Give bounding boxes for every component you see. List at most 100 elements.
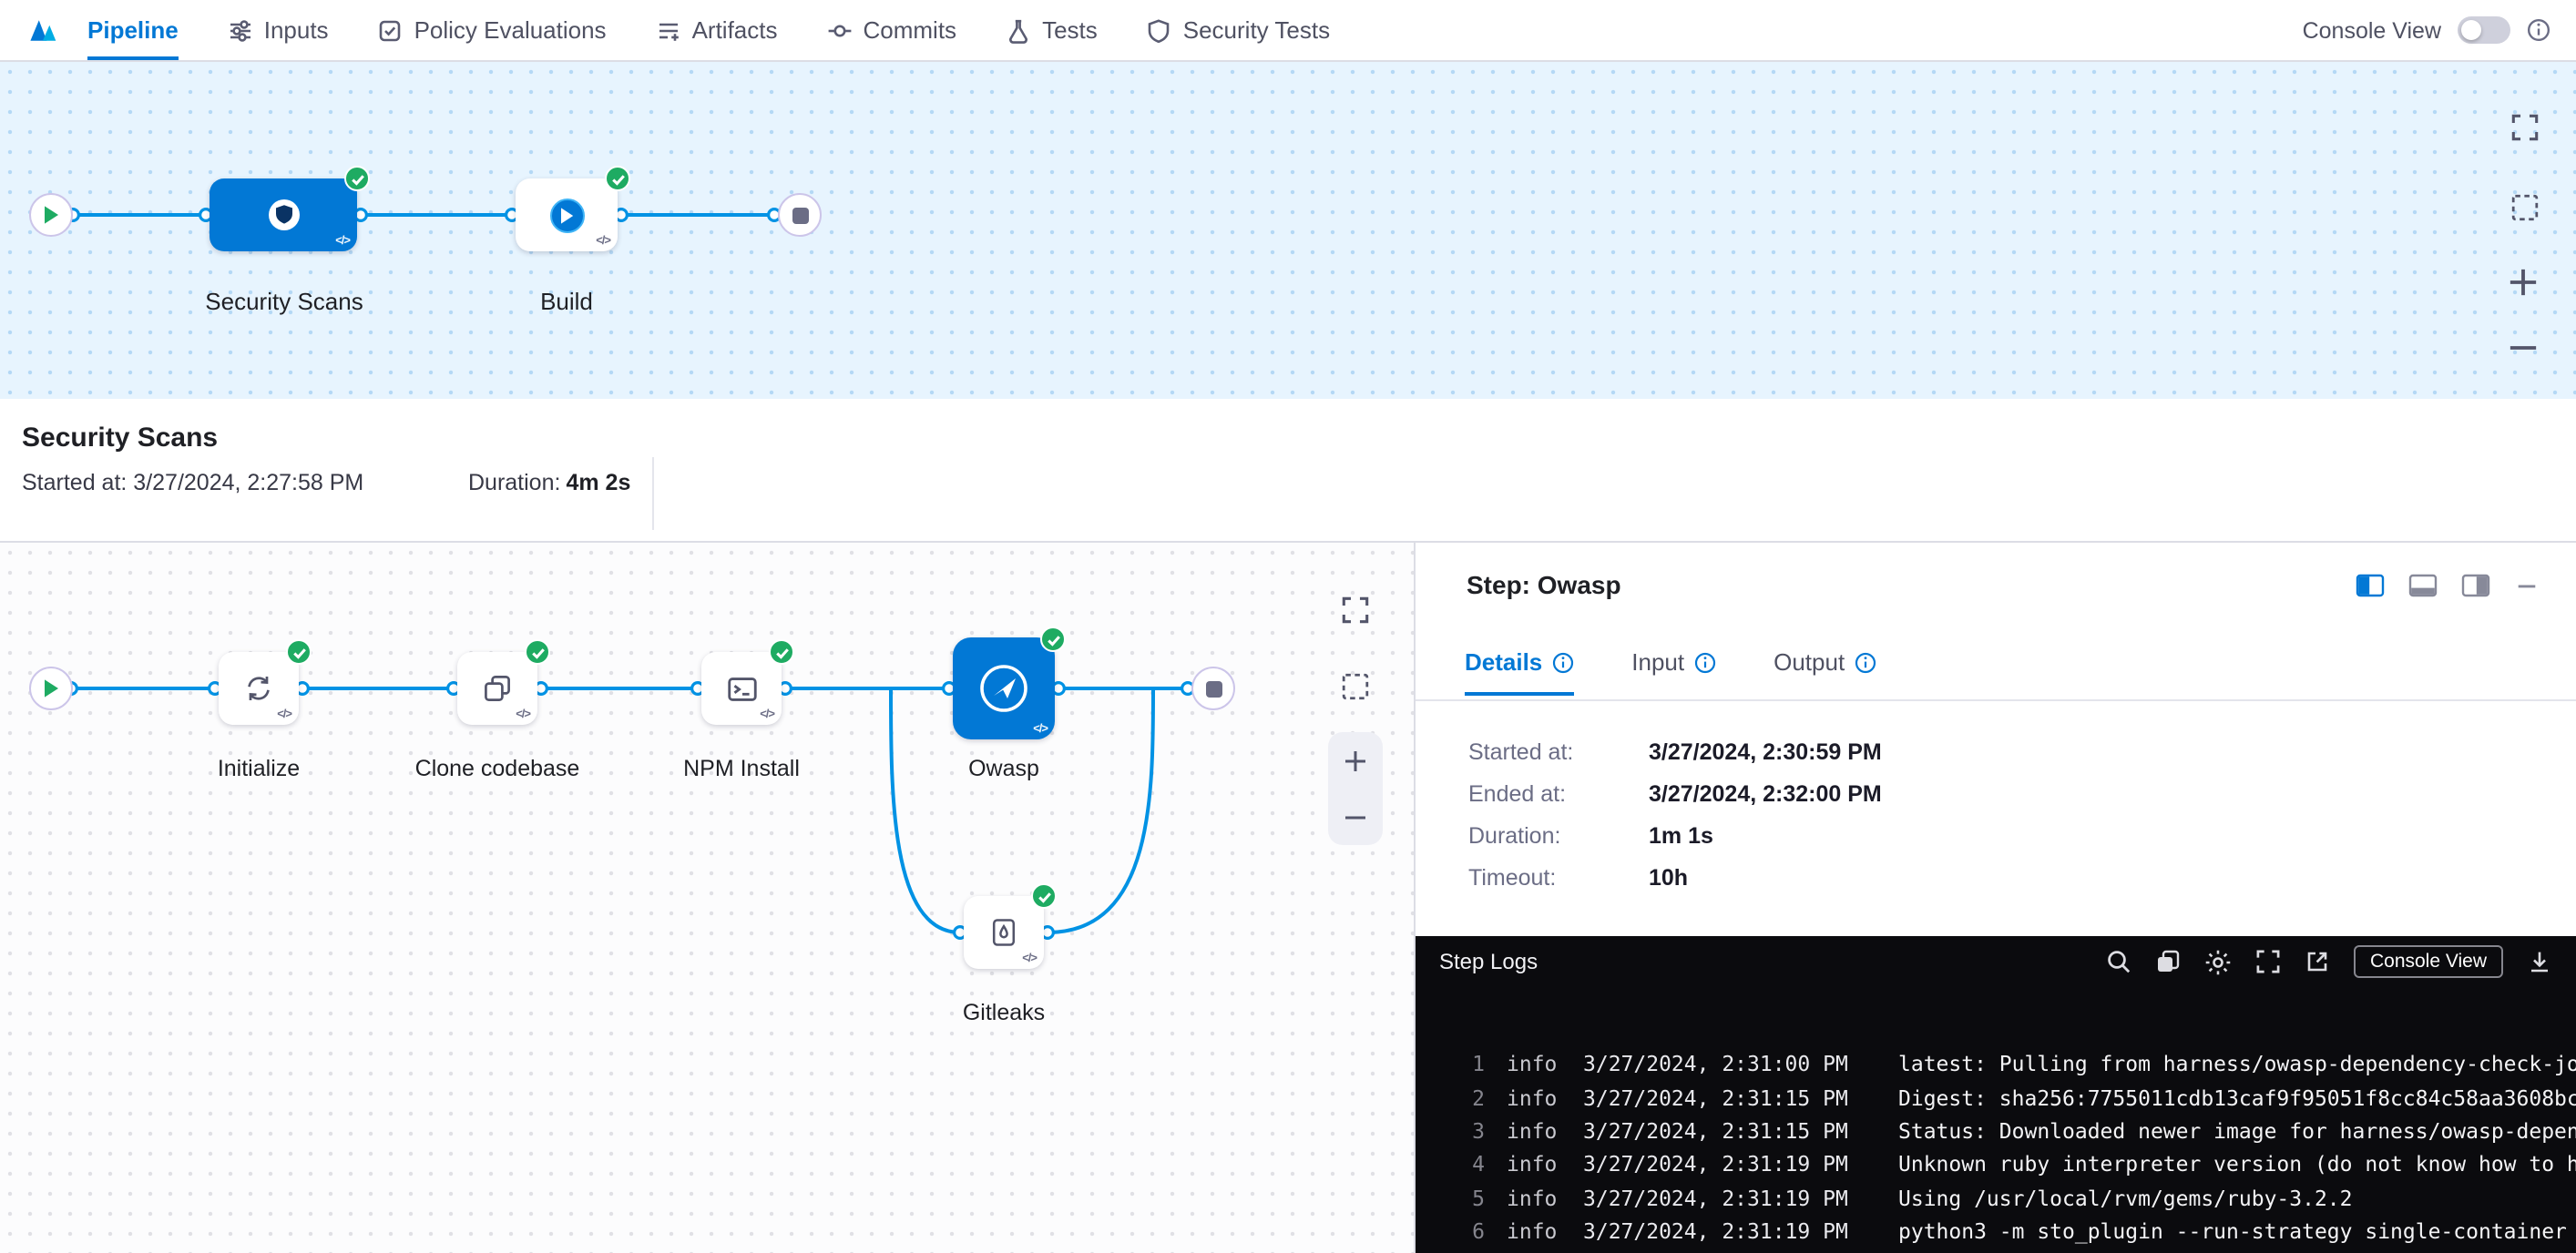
- logs-settings-icon[interactable]: [2204, 948, 2232, 975]
- logs-expand-icon[interactable]: [2255, 949, 2281, 974]
- log-message: python3 -m sto_plugin --run-strategy sin…: [1898, 1218, 2576, 1244]
- exec-zoom-out-button[interactable]: [1343, 804, 1368, 830]
- logs-search-icon[interactable]: [2106, 949, 2131, 974]
- flask-icon: [1006, 17, 1031, 43]
- layout-right-view-icon[interactable]: [2461, 574, 2490, 606]
- log-line: 1info3/27/2024, 2:31:00 PMlatest: Pullin…: [1439, 1047, 2576, 1081]
- layout-split-view-icon[interactable]: [2356, 574, 2385, 606]
- top-nav: Pipeline Inputs Policy Evaluations Artif…: [0, 0, 2576, 62]
- tab-security-tests-label: Security Tests: [1183, 16, 1330, 44]
- exec-zoom-in-button[interactable]: [1343, 748, 1368, 773]
- stage-label[interactable]: Security Scans: [205, 288, 363, 315]
- stop-icon: [1205, 680, 1222, 697]
- play-icon: [42, 204, 60, 226]
- toggle-knob: [2461, 20, 2481, 40]
- log-message: Digest: sha256:7755011cdb13caf9f95051f8c…: [1898, 1085, 2576, 1110]
- logs-download-icon[interactable]: [2527, 949, 2552, 974]
- tab-pipeline[interactable]: Pipeline: [87, 0, 179, 60]
- info-icon[interactable]: [2527, 18, 2550, 42]
- tab-details[interactable]: Details: [1465, 648, 1573, 696]
- log-level: info: [1507, 1152, 1563, 1177]
- detail-label: Timeout:: [1468, 865, 1649, 891]
- step-connectors: [0, 543, 1416, 1253]
- nav-tabs: Pipeline Inputs Policy Evaluations Artif…: [87, 0, 1330, 60]
- detail-label: Duration:: [1468, 823, 1649, 849]
- log-timestamp: 3/27/2024, 2:31:19 PM: [1583, 1186, 1856, 1211]
- tab-input[interactable]: Input: [1631, 648, 1715, 696]
- step-node-npm-install[interactable]: </>: [701, 652, 782, 725]
- stage-start-node[interactable]: [29, 667, 73, 710]
- stop-icon: [792, 207, 808, 223]
- exec-canvas-select-button[interactable]: [1341, 672, 1370, 701]
- log-level: info: [1507, 1218, 1563, 1244]
- code-step-glyph: </>: [1033, 723, 1048, 736]
- owasp-plane-icon: [976, 661, 1031, 716]
- harness-logo-icon: [26, 14, 58, 46]
- console-view-toggle[interactable]: [2458, 16, 2510, 44]
- build-stage-icon: [547, 196, 586, 234]
- step-node-clone-codebase[interactable]: </>: [457, 652, 537, 725]
- log-line: 3info3/27/2024, 2:31:15 PMStatus: Downlo…: [1439, 1115, 2576, 1148]
- log-timestamp: 3/27/2024, 2:31:15 PM: [1583, 1085, 1856, 1110]
- step-label[interactable]: NPM Install: [683, 756, 800, 781]
- stage-node-security-scans[interactable]: </>: [210, 178, 357, 251]
- tab-tests[interactable]: Tests: [1006, 0, 1098, 60]
- app-window: Pipeline Inputs Policy Evaluations Artif…: [0, 0, 2576, 1253]
- log-line-number: 5: [1439, 1186, 1485, 1211]
- step-label[interactable]: Gitleaks: [963, 1000, 1045, 1025]
- pipeline-start-node[interactable]: [29, 193, 73, 237]
- stage-node-build[interactable]: </>: [516, 178, 618, 251]
- logs-console-view-button[interactable]: Console View: [2354, 945, 2503, 978]
- logs-copy-icon[interactable]: [2155, 949, 2181, 974]
- tab-inputs[interactable]: Inputs: [228, 0, 329, 60]
- log-timestamp: 3/27/2024, 2:31:19 PM: [1583, 1218, 1856, 1244]
- refresh-icon: [242, 672, 275, 705]
- success-badge: [605, 166, 630, 191]
- logs-open-in-new-icon[interactable]: [2305, 949, 2330, 974]
- detail-value: 1m 1s: [1649, 823, 1882, 849]
- tab-commits[interactable]: Commits: [827, 0, 957, 60]
- tab-security-tests[interactable]: Security Tests: [1147, 0, 1330, 60]
- canvas-zoom-in-button[interactable]: [2507, 266, 2540, 299]
- tab-policy-evaluations[interactable]: Policy Evaluations: [378, 0, 607, 60]
- output-info-icon[interactable]: [1854, 651, 1876, 673]
- canvas-zoom-out-button[interactable]: [2507, 331, 2540, 364]
- layout-bottom-view-icon[interactable]: [2408, 574, 2438, 606]
- log-line-number: 2: [1439, 1085, 1485, 1110]
- details-info-icon[interactable]: [1551, 651, 1573, 673]
- log-message: Unknown ruby interpreter version (do not…: [1898, 1152, 2576, 1177]
- code-step-glyph: </>: [335, 235, 350, 248]
- canvas-expand-button[interactable]: [2510, 113, 2540, 142]
- tab-artifacts[interactable]: Artifacts: [656, 0, 778, 60]
- step-node-gitleaks[interactable]: </>: [964, 896, 1044, 969]
- exec-canvas-expand-button[interactable]: [1341, 596, 1370, 625]
- panel-minimize-icon[interactable]: [2514, 574, 2540, 606]
- commit-icon: [827, 17, 853, 43]
- artifacts-list-icon: [656, 17, 681, 43]
- step-logs-title: Step Logs: [1439, 949, 1538, 974]
- stage-end-node[interactable]: [1191, 667, 1235, 710]
- step-node-initialize[interactable]: </>: [219, 652, 299, 725]
- step-label[interactable]: Initialize: [218, 756, 300, 781]
- log-level: info: [1507, 1186, 1563, 1211]
- log-line-number: 3: [1439, 1118, 1485, 1144]
- log-level: info: [1507, 1051, 1563, 1076]
- canvas-select-button[interactable]: [2510, 193, 2540, 222]
- step-panel-title: Step: Owasp: [1467, 570, 1621, 599]
- success-badge: [1040, 626, 1066, 652]
- pipeline-graph-canvas[interactable]: </> Security Scans </> Build: [0, 62, 2576, 399]
- stage-duration-label: Duration:: [468, 470, 560, 495]
- log-timestamp: 3/27/2024, 2:31:19 PM: [1583, 1152, 1856, 1177]
- step-details-table: Started at:3/27/2024, 2:30:59 PM Ended a…: [1468, 739, 1882, 891]
- tab-output[interactable]: Output: [1774, 648, 1876, 696]
- step-label[interactable]: Owasp: [968, 756, 1039, 781]
- step-label[interactable]: Clone codebase: [415, 756, 580, 781]
- inputs-icon: [228, 17, 253, 43]
- log-message: latest: Pulling from harness/owasp-depen…: [1898, 1051, 2576, 1076]
- stage-label[interactable]: Build: [540, 288, 593, 315]
- step-node-owasp[interactable]: </>: [953, 637, 1055, 739]
- log-timestamp: 3/27/2024, 2:31:15 PM: [1583, 1118, 1856, 1144]
- input-info-icon[interactable]: [1693, 651, 1715, 673]
- execution-graph-canvas[interactable]: </> Initialize </> Clone codebase </> NP…: [0, 543, 1416, 1253]
- pipeline-end-node[interactable]: [778, 193, 822, 237]
